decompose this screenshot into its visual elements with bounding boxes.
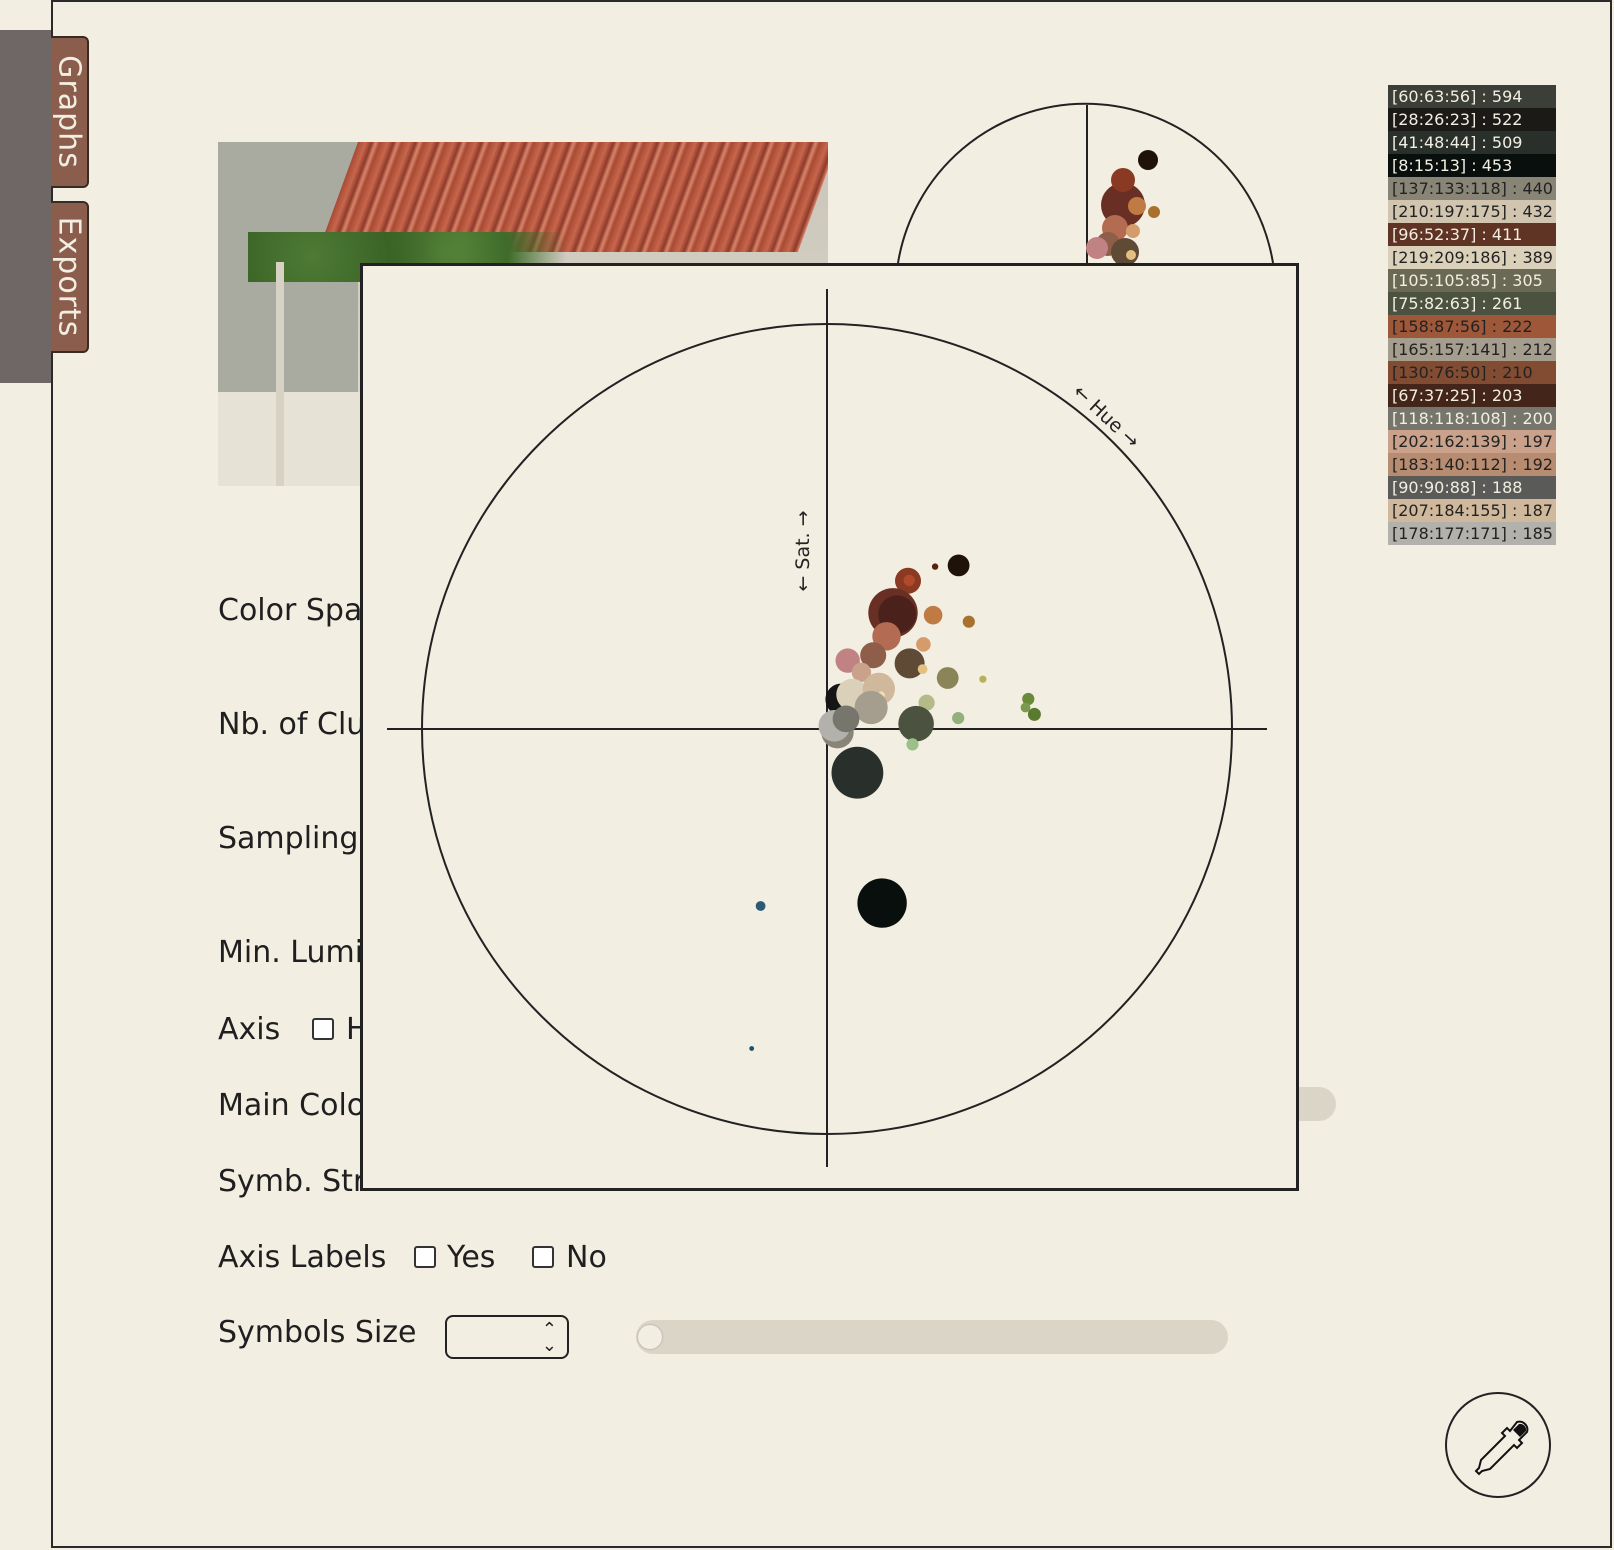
legend-row: [60:63:56] : 594 — [1388, 85, 1556, 108]
color-legend: [60:63:56] : 594 [28:26:23] : 522 [41:48:4… — [1388, 85, 1556, 545]
chart-point — [903, 574, 915, 587]
legend-row: [137:133:118] : 440 — [1388, 177, 1556, 200]
eyedropper-icon — [1474, 1420, 1529, 1476]
chart-popup: ← Sat. → ← Hue → — [360, 263, 1299, 1191]
tab-graphs[interactable]: Graphs — [51, 36, 89, 188]
axis-h-checkbox[interactable] — [312, 1018, 334, 1040]
legend-row: [130:76:50] : 210 — [1388, 361, 1556, 384]
legend-row: [165:157:141] : 212 — [1388, 338, 1556, 361]
symbols-size-stepper[interactable]: ⌃ ⌄ — [445, 1315, 569, 1359]
tab-strip — [0, 30, 51, 383]
axis-labels-yes-checkbox[interactable] — [414, 1246, 436, 1268]
chart-point — [952, 712, 965, 725]
symbols-size-slider-thumb[interactable] — [638, 1325, 662, 1349]
legend-row: [28:26:23] : 522 — [1388, 108, 1556, 131]
eyedropper-button[interactable] — [1445, 1392, 1551, 1498]
legend-row: [41:48:44] : 509 — [1388, 131, 1556, 154]
legend-row: [96:52:37] : 411 — [1388, 223, 1556, 246]
symb-stroke-label: Symb. Str — [218, 1164, 366, 1199]
chart-point — [931, 563, 939, 570]
chart-point — [947, 554, 970, 577]
main-colors-label: Main Colo — [218, 1088, 366, 1123]
stepper-arrows-icon[interactable]: ⌃ ⌄ — [542, 1320, 557, 1354]
legend-row: [207:184:155] : 187 — [1388, 499, 1556, 522]
legend-row: [90:90:88] : 188 — [1388, 476, 1556, 499]
chart-point — [1027, 707, 1041, 721]
chart-point — [755, 901, 766, 911]
sampling-label: Sampling — [218, 821, 359, 856]
legend-row: [8:15:13] : 453 — [1388, 154, 1556, 177]
symbols-size-label: Symbols Size — [218, 1315, 417, 1350]
chart-point — [923, 605, 943, 625]
legend-row: [210:197:175] : 432 — [1388, 200, 1556, 223]
tab-exports[interactable]: Exports — [51, 201, 89, 353]
chart-point — [916, 637, 931, 652]
legend-row: [75:82:63] : 261 — [1388, 292, 1556, 315]
legend-row: [178:177:171] : 185 — [1388, 522, 1556, 545]
axis-labels-no-checkbox[interactable] — [532, 1246, 554, 1268]
chart-point — [898, 705, 934, 742]
chart-point — [962, 615, 975, 628]
chart-point — [832, 705, 860, 733]
hue-saturation-chart: ← Sat. → ← Hue → — [387, 289, 1267, 1167]
min-luminosity-label: Min. Lumi — [218, 935, 364, 970]
nb-clusters-label: Nb. of Clu — [218, 707, 366, 742]
legend-row: [219:209:186] : 389 — [1388, 246, 1556, 269]
chart-point — [831, 746, 884, 799]
chart-points — [749, 554, 1041, 1051]
symbols-size-slider-track[interactable] — [636, 1320, 1228, 1354]
color-space-label: Color Spa — [218, 593, 363, 628]
chart-point — [906, 738, 919, 751]
legend-row: [67:37:25] : 203 — [1388, 384, 1556, 407]
sat-axis-label: ← Sat. → — [792, 510, 814, 591]
legend-row: [158:87:56] : 222 — [1388, 315, 1556, 338]
chart-point — [749, 1046, 755, 1051]
chart-point — [894, 648, 925, 679]
chart-point — [979, 675, 987, 683]
photo-post — [276, 262, 284, 486]
axis-label: Axis — [218, 1012, 281, 1047]
axis-labels-label: Axis Labels — [218, 1240, 387, 1275]
legend-row: [105:105:85] : 305 — [1388, 269, 1556, 292]
chart-point — [936, 667, 959, 689]
chart-point — [917, 664, 928, 674]
chart-point — [854, 690, 888, 725]
axis-labels-no-option: No — [566, 1240, 607, 1275]
tab-graphs-label: Graphs — [51, 55, 87, 169]
tab-exports-label: Exports — [51, 216, 87, 338]
legend-row: [183:140:112] : 192 — [1388, 453, 1556, 476]
axis-labels-yes-option: Yes — [447, 1240, 496, 1275]
legend-row: [202:162:139] : 197 — [1388, 430, 1556, 453]
hue-axis-label: ← Hue → — [1069, 381, 1144, 453]
legend-row: [118:118:108] : 200 — [1388, 407, 1556, 430]
chart-point — [857, 878, 907, 928]
background-chart-preview — [897, 102, 1274, 263]
